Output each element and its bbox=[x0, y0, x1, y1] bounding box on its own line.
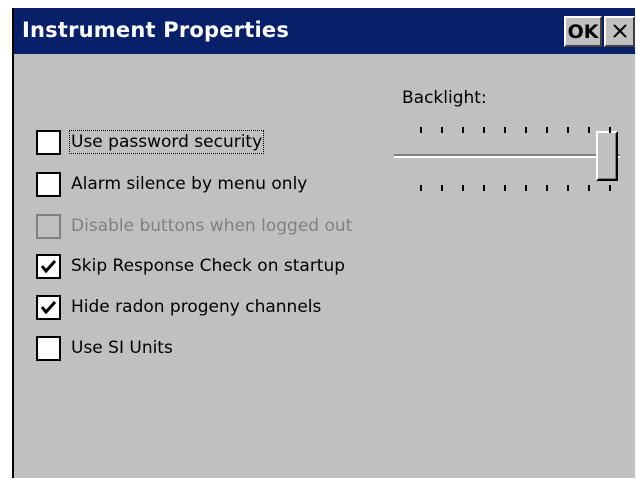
checkbox[interactable] bbox=[36, 294, 61, 320]
slider-tick bbox=[567, 185, 569, 191]
checkbox bbox=[36, 213, 61, 239]
slider-tick bbox=[504, 127, 506, 133]
slider-tick bbox=[483, 185, 485, 191]
option-row[interactable]: Use password security bbox=[36, 128, 265, 156]
slider-tick bbox=[546, 127, 548, 133]
close-icon bbox=[612, 19, 627, 44]
option-label: Use SI Units bbox=[71, 338, 173, 358]
instrument-properties-dialog: Instrument Properties OK Use password se… bbox=[12, 8, 635, 478]
slider-tick bbox=[609, 185, 611, 191]
slider-tick bbox=[483, 127, 485, 133]
option-label: Hide radon progeny channels bbox=[71, 297, 322, 317]
slider-tick bbox=[609, 127, 611, 133]
window-title: Instrument Properties bbox=[22, 18, 290, 42]
slider-tick bbox=[441, 127, 443, 133]
slider-tick bbox=[420, 127, 422, 133]
checkbox[interactable] bbox=[36, 335, 61, 361]
slider-tick bbox=[546, 185, 548, 191]
slider-tick bbox=[588, 185, 590, 191]
backlight-slider[interactable] bbox=[394, 113, 626, 203]
slider-tick bbox=[588, 127, 590, 133]
slider-tick bbox=[441, 185, 443, 191]
slider-tick bbox=[462, 185, 464, 191]
option-row[interactable]: Hide radon progeny channels bbox=[36, 293, 321, 321]
option-row[interactable]: Use SI Units bbox=[36, 334, 173, 362]
slider-tick bbox=[420, 185, 422, 191]
option-label: Alarm silence by menu only bbox=[71, 174, 308, 194]
option-label: Skip Response Check on startup bbox=[71, 256, 346, 276]
backlight-label: Backlight: bbox=[402, 88, 487, 108]
slider-tick bbox=[504, 185, 506, 191]
slider-thumb[interactable] bbox=[596, 131, 618, 181]
slider-tick bbox=[462, 127, 464, 133]
checkbox[interactable] bbox=[36, 129, 61, 155]
checkbox[interactable] bbox=[36, 253, 61, 279]
slider-tick bbox=[525, 185, 527, 191]
checkbox[interactable] bbox=[36, 171, 61, 197]
option-label: Use password security bbox=[68, 130, 265, 154]
title-bar: Instrument Properties OK bbox=[14, 8, 635, 54]
ok-button[interactable]: OK bbox=[564, 16, 602, 47]
option-row[interactable]: Alarm silence by menu only bbox=[36, 170, 307, 198]
option-row: Disable buttons when logged out bbox=[36, 212, 352, 240]
close-button[interactable] bbox=[604, 16, 635, 47]
slider-tick bbox=[525, 127, 527, 133]
slider-tick bbox=[567, 127, 569, 133]
option-row[interactable]: Skip Response Check on startup bbox=[36, 252, 345, 280]
slider-track[interactable] bbox=[394, 154, 620, 158]
option-label: Disable buttons when logged out bbox=[71, 216, 353, 236]
